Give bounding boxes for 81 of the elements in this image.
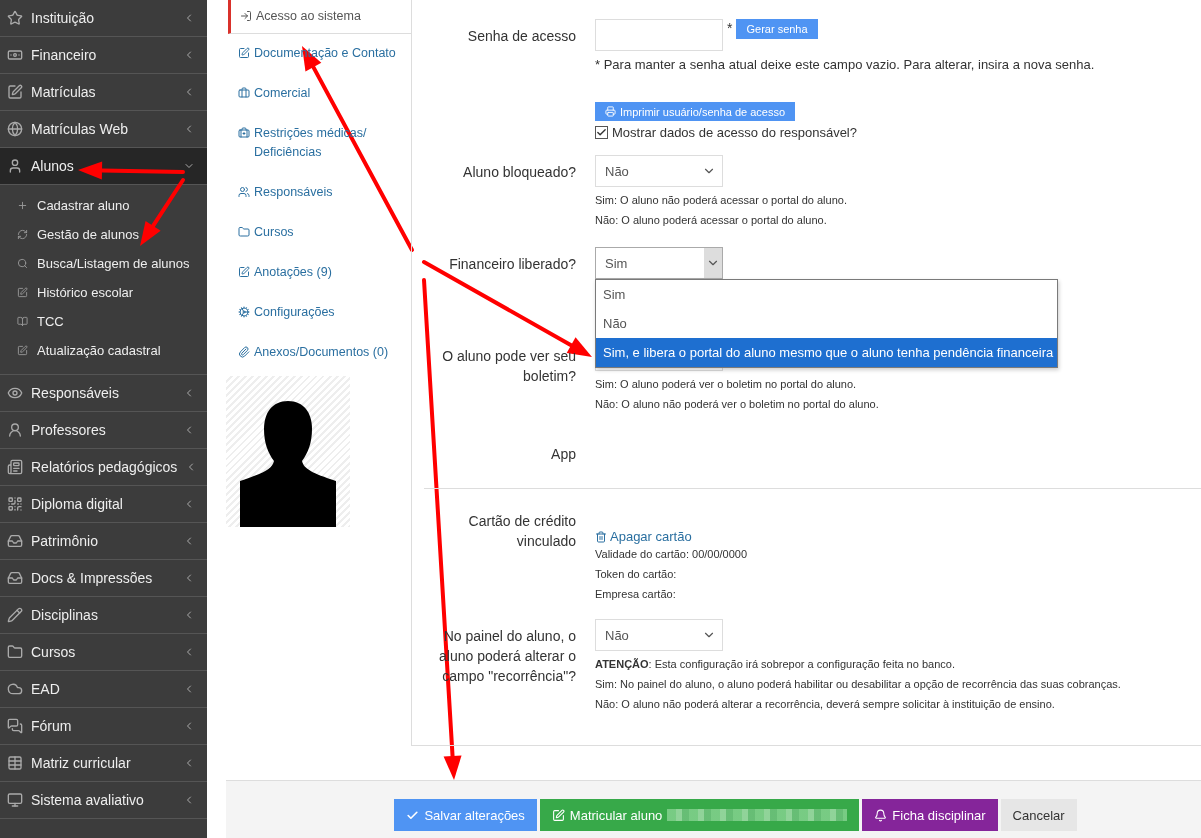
tab[interactable]: Cursos [226,213,411,253]
eye-icon [7,385,23,401]
printer-icon [605,106,616,117]
pencil-icon [7,607,23,623]
sidebar-subitem[interactable]: Histórico escolar [0,278,207,307]
plus-icon [17,200,28,211]
briefcase-icon [238,87,250,99]
help-text: Sim: O aluno não poderá acessar o portal do aluno. [595,193,847,208]
tab[interactable]: Acesso ao sistema [228,0,411,34]
check-icon [406,808,420,822]
users-icon [238,186,250,198]
person-icon [7,422,23,438]
folder-icon [238,226,250,238]
tab[interactable]: Configurações [226,293,411,333]
chat-icon [7,718,23,734]
edit-icon [7,84,23,100]
checkbox-label: Mostrar dados de acesso do responsável? [612,125,857,140]
bell-icon [874,808,888,822]
medical-kit-icon [238,127,250,139]
help-text: ATENÇÃO: Esta configuração irá sobrepor a configuração feita no banco. [595,657,956,672]
help-text: Sim: No painel do aluno, o aluno poderá habilitar ou desabilitar a opção de recorrência das suas cobranças. [595,677,1121,692]
edit-icon [551,808,565,822]
tab[interactable]: Comercial [226,74,411,114]
help-text: Não: O aluno poderá acessar o portal do aluno. [595,213,828,228]
footer-button[interactable]: Ficha disciplinar [862,799,998,831]
edit-icon [238,266,250,278]
newspaper-icon [7,459,23,475]
delete-card-link[interactable]: Apagar cartão [595,529,692,544]
inbox-icon [7,570,23,586]
field-label: Aluno bloqueado? [463,163,576,182]
dropdown-option[interactable]: Sim, e libera o portal do aluno mesmo que o aluno tenha pendência financeira [596,338,1057,367]
field-label: Financeiro liberado? [449,255,576,274]
help-text: Não: O aluno não poderá alterar a recorrência, deverá sempre solicitar à instituição de ensino. [595,697,1056,712]
dropdown-option[interactable]: Sim [596,280,1057,309]
required-mark: * [727,20,733,36]
search-icon [17,258,28,269]
card-info-text: Validade do cartão: 00/00/0000 [595,547,748,562]
sidebar-subitem[interactable]: Busca/Listagem de alunos [0,249,207,278]
inbox-icon [7,533,23,549]
dropdown-select[interactable]: Sim [595,247,723,279]
refresh-icon [17,229,28,240]
field-label: Cartão de crédito vinculado [467,512,576,551]
banknote-icon [7,47,23,63]
card-info-text: Empresa cartão: [595,587,676,602]
password-field[interactable] [595,19,723,51]
sidebar-subitem[interactable]: Gestão de alunos [0,220,207,249]
table-icon [7,755,23,771]
monitor-icon [7,792,23,808]
help-text: Sim: O aluno poderá ver o boletim no portal do aluno. [595,377,858,392]
edit-icon [17,287,28,298]
book-icon [17,316,28,327]
footer-button[interactable]: Cancelar [1000,799,1077,831]
sidebar-subitem[interactable]: Cadastrar aluno [0,191,207,220]
help-text: Não: O aluno não poderá ver o boletim no portal do aluno. [595,397,879,412]
tab[interactable]: Anexos/Documentos (0) [226,333,411,373]
edit-icon [17,345,28,356]
sidebar-subitem[interactable]: Atualização cadastral [0,336,207,365]
qr-code-icon [7,496,23,512]
field-label: O aluno pode ver seu boletim? [441,347,576,386]
globe-icon [7,121,23,137]
star-icon [7,10,23,26]
trash-icon [595,530,607,543]
login-icon [240,10,252,22]
sidebar-item[interactable]: Alunos [0,148,207,185]
dropdown-option[interactable]: Não [596,309,1057,338]
dropdown-select[interactable]: Não [595,155,723,187]
field-label: Senha de acesso [467,27,576,46]
sidebar-subitem[interactable]: TCC [0,307,207,336]
field-label: App [551,445,576,464]
tab[interactable]: Responsáveis [226,173,411,213]
field-note: * Para manter a senha atual deixe este campo vazio. Para alterar, insira a nova senha. [595,57,1095,72]
paperclip-icon [238,346,250,358]
dropdown-select[interactable]: Não [595,619,723,651]
folder-icon [7,644,23,660]
edit-icon [238,47,250,59]
gears-icon [238,306,250,318]
tab[interactable]: Anotações (9) [226,253,411,293]
cloud-icon [7,681,23,697]
user-icon [7,158,23,174]
card-info-text: Token do cartão: [595,567,677,582]
checkbox[interactable] [595,126,608,139]
